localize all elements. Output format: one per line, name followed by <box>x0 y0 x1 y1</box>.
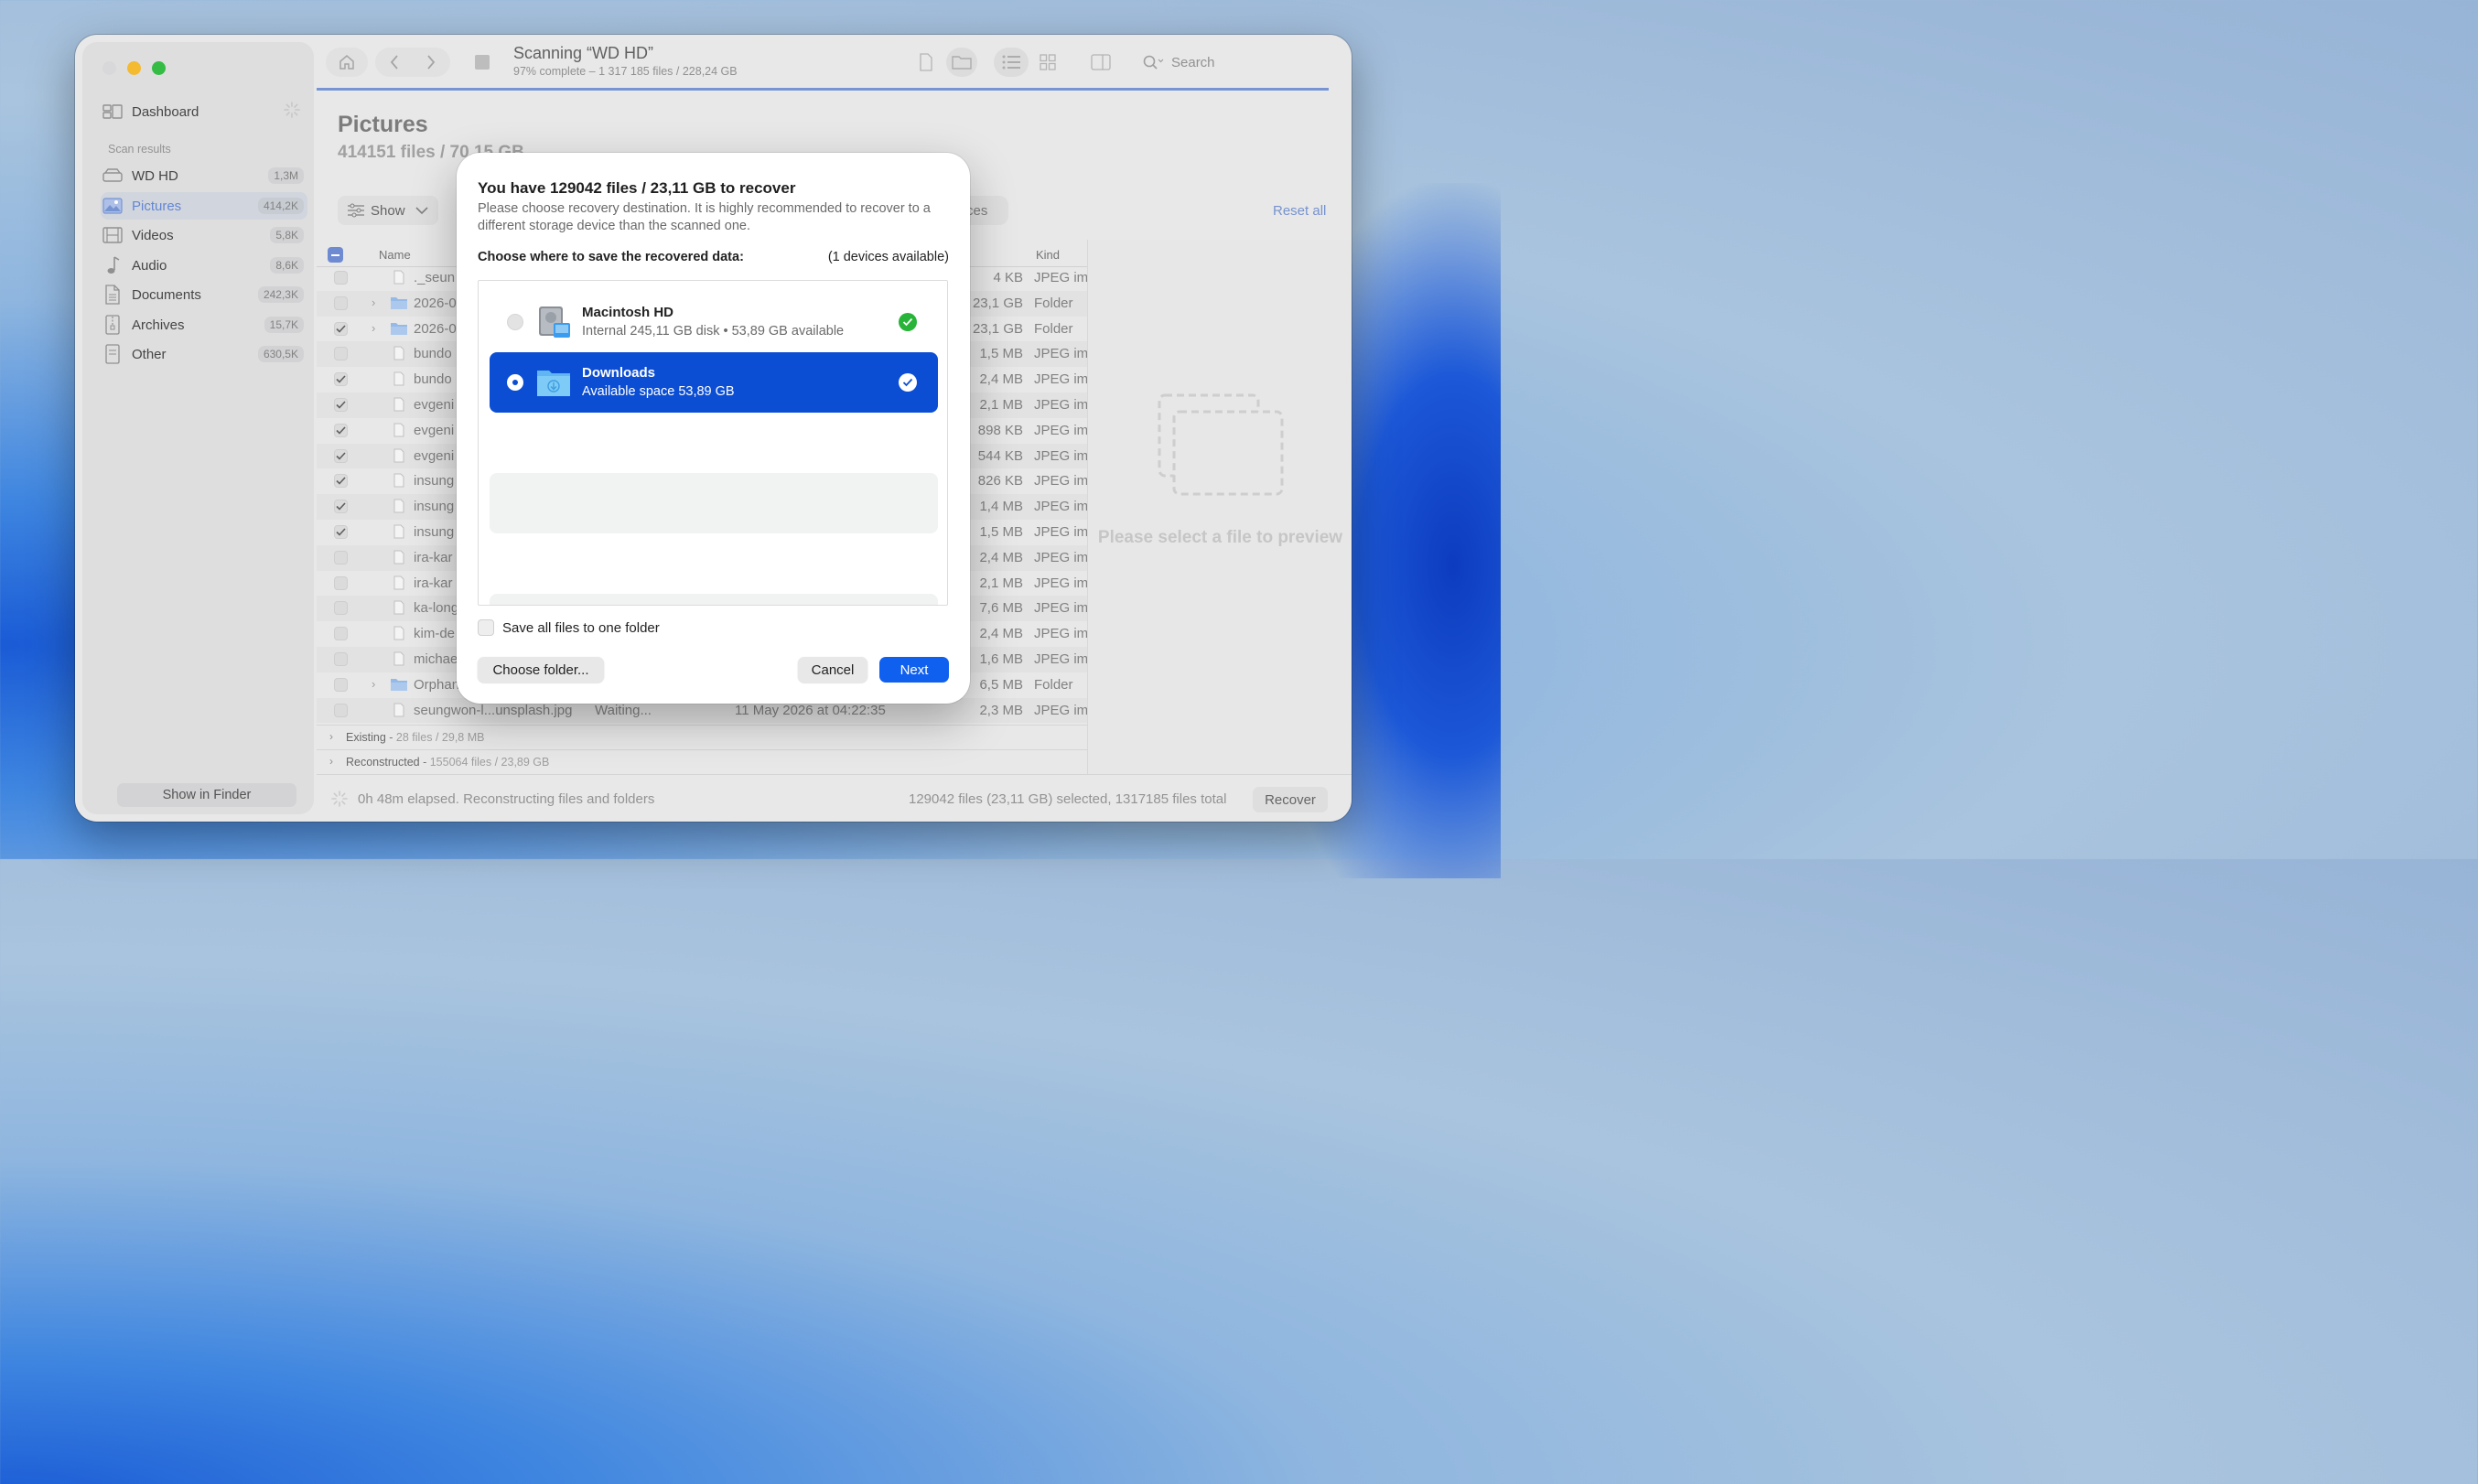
destination-radio[interactable] <box>507 314 523 330</box>
recovery-destination-dialog: You have 129042 files / 23,11 GB to reco… <box>457 153 970 704</box>
save-to-one-folder-option[interactable]: Save all files to one folder <box>478 619 660 636</box>
destination-radio-selected[interactable] <box>507 374 523 391</box>
choose-destination-label: Choose where to save the recovered data: <box>478 250 744 264</box>
destination-placeholder <box>490 473 938 533</box>
destination-macintosh-hd[interactable]: Macintosh HD Internal 245,11 GB disk • 5… <box>490 292 938 352</box>
destination-name: Downloads <box>582 365 656 381</box>
destination-downloads[interactable]: Downloads Available space 53,89 GB <box>490 352 938 413</box>
choose-folder-button[interactable]: Choose folder... <box>478 657 604 683</box>
hard-drive-icon <box>539 306 570 338</box>
save-to-one-folder-checkbox[interactable] <box>478 619 494 636</box>
checkmark-icon <box>899 373 917 392</box>
downloads-folder-icon <box>537 371 570 396</box>
destination-placeholder <box>490 594 938 605</box>
checkmark-icon <box>899 313 917 331</box>
dialog-description: Please choose recovery destination. It i… <box>478 201 931 233</box>
cancel-button[interactable]: Cancel <box>798 657 867 683</box>
destination-detail: Available space 53,89 GB <box>582 384 735 399</box>
destination-detail: Internal 245,11 GB disk • 53,89 GB avail… <box>582 324 845 339</box>
next-button[interactable]: Next <box>879 657 949 683</box>
destination-name: Macintosh HD <box>582 305 674 320</box>
devices-available-count: (1 devices available) <box>827 250 949 264</box>
destination-list: Macintosh HD Internal 245,11 GB disk • 5… <box>478 280 948 606</box>
dialog-title: You have 129042 files / 23,11 GB to reco… <box>478 179 796 197</box>
save-to-one-folder-label: Save all files to one folder <box>502 619 660 636</box>
